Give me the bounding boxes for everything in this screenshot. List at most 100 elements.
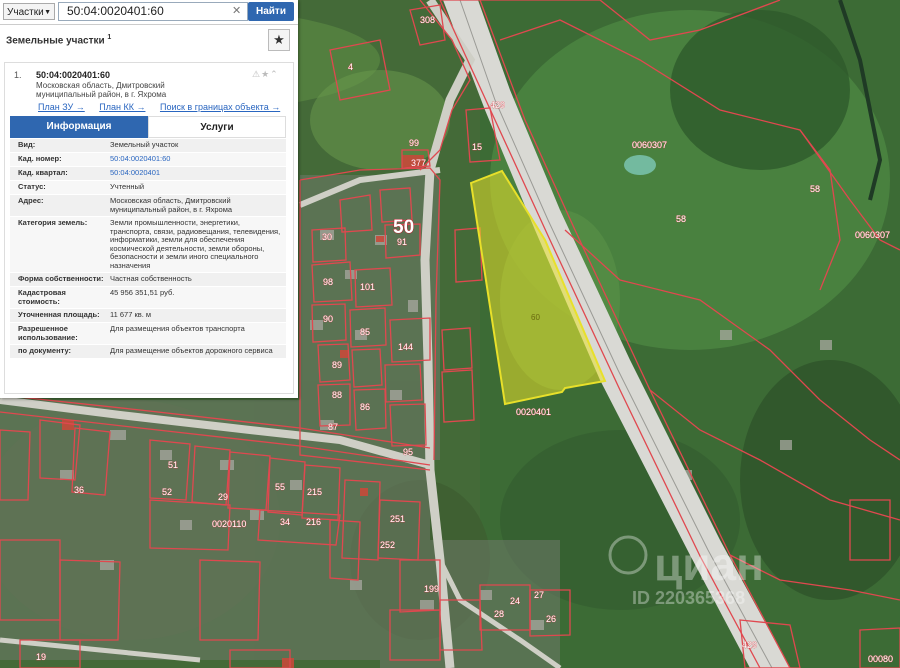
field-key: Статус: (18, 182, 46, 191)
field-key: Разрешенное использование: (18, 324, 78, 342)
zone-label: 50 (393, 217, 414, 238)
svg-text:91: 91 (397, 237, 407, 247)
svg-text:26: 26 (546, 614, 556, 624)
field-value: Земли промышленности, энергетики, трансп… (110, 218, 281, 270)
svg-text:95: 95 (403, 447, 413, 457)
result-address: Московская область, Дмитровский муниципа… (36, 81, 167, 99)
svg-text:51: 51 (168, 460, 178, 470)
attribute-table: Вид: Земельный участок Кад. номер: 50:04:00… (10, 139, 286, 359)
clear-icon[interactable]: ✕ (232, 2, 241, 21)
table-row: Кад. квартал: 50:04:0020401 (10, 167, 286, 181)
field-value: Московская область, Дмитровский муниципа… (110, 196, 233, 214)
link-plan-zu[interactable]: План ЗУ → (38, 102, 85, 112)
svg-text:58: 58 (810, 184, 820, 194)
link-plan-kk[interactable]: План КК → (99, 102, 145, 112)
svg-text:377: 377 (411, 158, 426, 168)
search-type-select[interactable]: Участки ▼ (3, 3, 55, 20)
svg-text:87: 87 (328, 422, 338, 432)
table-row: Адрес: Московская область, Дмитровский му… (10, 195, 286, 217)
star-icon[interactable]: ★ (261, 69, 270, 79)
parcel-label: 60 (531, 313, 540, 322)
field-key: Форма собственности: (18, 274, 104, 283)
table-row: Статус: Учтенный (10, 181, 286, 195)
svg-text:199: 199 (424, 584, 439, 594)
svg-text:55: 55 (275, 482, 285, 492)
result-cadastral-number[interactable]: 50:04:0020401:60 (36, 70, 110, 80)
svg-text:29: 29 (218, 492, 228, 502)
quarter-label-main: 0020401 (516, 407, 551, 417)
field-key: Кад. квартал: (18, 168, 68, 177)
quarter-label-sw: 0020110 (212, 519, 246, 529)
svg-text:34: 34 (280, 517, 290, 527)
svg-text:15: 15 (472, 142, 482, 152)
field-value: 45 956 351,51 руб. (110, 288, 175, 297)
star-icon: ★ (273, 32, 285, 47)
svg-text:101: 101 (360, 282, 375, 292)
quarter-label-far-e: 0060307 (855, 230, 890, 240)
search-bar: Участки ▼ 50:04:0020401:60 ✕ Найти (0, 0, 298, 25)
warning-icon[interactable]: ⚠ (252, 69, 261, 79)
svg-text:99: 99 (409, 138, 419, 148)
svg-text:24: 24 (510, 596, 520, 606)
result-index: 1. (14, 70, 22, 80)
field-value: Для размещение объектов дорожного сервис… (110, 346, 273, 355)
svg-text:58: 58 (676, 214, 686, 224)
field-key: по документу: (18, 346, 72, 355)
field-value[interactable]: 50:04:0020401:60 (110, 153, 286, 166)
result-tabs: Информация Услуги (10, 116, 286, 138)
svg-text:52: 52 (162, 487, 172, 497)
watermark-brand: циан (654, 538, 764, 590)
svg-text:216: 216 (306, 517, 321, 527)
search-button[interactable]: Найти (248, 2, 294, 21)
field-value: Для размещения объектов транспорта (110, 324, 245, 333)
field-value: Учтенный (110, 182, 145, 191)
svg-text:144: 144 (398, 342, 413, 352)
svg-text:90: 90 (323, 314, 333, 324)
field-value[interactable]: 50:04:0020401 (110, 167, 286, 180)
svg-text:30: 30 (322, 232, 332, 242)
svg-text:89: 89 (332, 360, 342, 370)
field-value: Частная собственность (110, 274, 192, 283)
field-key: Кадастровая стоимость: (18, 288, 66, 306)
svg-text:27: 27 (534, 590, 544, 600)
favorite-button[interactable]: ★ (268, 29, 290, 51)
field-key: Уточненная площадь: (18, 310, 100, 319)
result-links: План ЗУ → План КК → Поиск в границах объ… (38, 102, 292, 112)
svg-text:251: 251 (390, 514, 405, 524)
svg-text:215: 215 (307, 487, 322, 497)
svg-text:429: 429 (490, 100, 505, 110)
field-key: Адрес: (18, 196, 44, 205)
table-row: Форма собственности: Частная собственност… (10, 273, 286, 287)
svg-text:429: 429 (742, 640, 757, 650)
svg-text:85: 85 (360, 327, 370, 337)
table-row: Категория земель: Земли промышленности, э… (10, 217, 286, 273)
svg-text:19: 19 (36, 652, 46, 662)
field-key: Категория земель: (18, 218, 88, 227)
svg-text:36: 36 (74, 485, 84, 495)
field-key: Кад. номер: (18, 154, 62, 163)
svg-text:4: 4 (348, 62, 353, 72)
table-row: Кадастровая стоимость: 45 956 351,51 руб. (10, 287, 286, 309)
link-search-in-bounds[interactable]: Поиск в границах объекта → (160, 102, 280, 112)
chevron-up-icon[interactable]: ⌃ (270, 69, 279, 79)
field-key: Вид: (18, 140, 36, 149)
svg-text:86: 86 (360, 402, 370, 412)
svg-text:252: 252 (380, 540, 395, 550)
tab-info[interactable]: Информация (10, 116, 148, 138)
info-panel: Участки ▼ 50:04:0020401:60 ✕ Найти Земель… (0, 0, 298, 398)
chevron-down-icon: ▼ (44, 9, 51, 16)
field-value: Земельный участок (110, 140, 179, 149)
table-row: Разрешенное использование: Для размещения… (10, 323, 286, 345)
svg-text:98: 98 (323, 277, 333, 287)
quarter-label-ne: 0060307 (632, 140, 667, 150)
quarter-label-se: 00080 (868, 654, 893, 664)
tab-services[interactable]: Услуги (148, 116, 286, 138)
field-value: 11 677 кв. м (110, 310, 152, 319)
table-row: Кад. номер: 50:04:0020401:60 (10, 153, 286, 167)
svg-text:28: 28 (494, 609, 504, 619)
table-row: Уточненная площадь: 11 677 кв. м (10, 309, 286, 323)
search-input[interactable]: 50:04:0020401:60 (58, 2, 248, 21)
table-row: по документу: Для размещение объектов дор… (10, 345, 286, 359)
result-actions: ⚠★⌃ (252, 69, 279, 80)
table-row: Вид: Земельный участок (10, 139, 286, 153)
